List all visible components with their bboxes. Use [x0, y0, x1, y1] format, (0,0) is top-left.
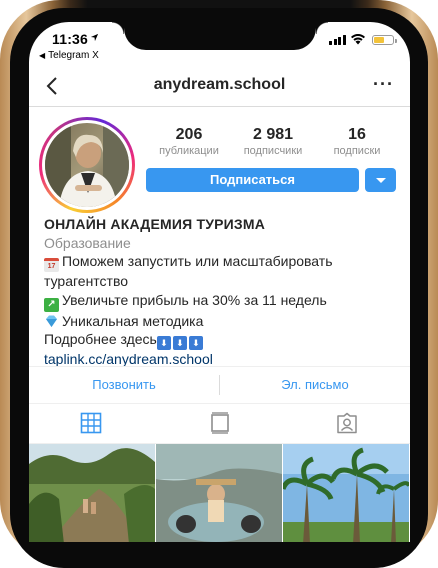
gem-icon: [46, 315, 57, 327]
posts-grid: [29, 444, 410, 542]
profile-bio: ОНЛАЙН АКАДЕМИЯ ТУРИЗМА Образование 17 По…: [44, 215, 404, 369]
stat-followers[interactable]: 2 981 подписчики: [231, 126, 315, 157]
contact-actions: Позвонить Эл. письмо: [29, 366, 410, 404]
profile-username: anydream.school: [153, 76, 286, 93]
down-arrow-icon: ⬇: [156, 336, 171, 350]
chart-increasing-icon: ↗: [44, 297, 59, 312]
back-to-app-link[interactable]: ◀ Telegram X: [39, 50, 99, 61]
battery-icon: [372, 35, 397, 45]
bio-line: Подробнее здесь ⬇ ⬇ ⬇: [44, 330, 404, 350]
down-arrow-icon: ⬇: [188, 336, 203, 350]
stat-label: подписки: [333, 145, 381, 157]
post-thumbnail[interactable]: [283, 444, 409, 542]
bio-text: Поможем запустить или масштабировать тур…: [44, 253, 333, 289]
profile-header: anydream.school ···: [29, 66, 410, 107]
profile-stats: 206 публикации 2 981 подписчики 16 подпи…: [147, 126, 399, 157]
back-triangle-icon: ◀: [39, 51, 46, 60]
email-button[interactable]: Эл. письмо: [220, 377, 410, 392]
tagged-icon[interactable]: [336, 412, 358, 434]
back-app-label: Telegram X: [48, 50, 99, 61]
post-thumbnail[interactable]: [156, 444, 282, 542]
bio-text: Подробнее здесь: [44, 331, 157, 347]
avatar-border: [42, 120, 132, 210]
stat-value: 2 981: [252, 126, 294, 143]
profile-tabs: [29, 403, 410, 444]
stat-posts[interactable]: 206 публикации: [147, 126, 231, 157]
profile-category: Образование: [44, 234, 131, 251]
more-options-icon[interactable]: ···: [373, 74, 394, 95]
avatar: [45, 123, 129, 207]
wifi-icon: [351, 34, 365, 45]
stat-following[interactable]: 16 подписки: [315, 126, 399, 157]
stat-value: 206: [175, 126, 203, 143]
calendar-icon: 17: [44, 258, 59, 272]
location-icon: [90, 33, 99, 42]
battery-level: [374, 37, 384, 43]
feed-icon[interactable]: [209, 412, 231, 434]
bio-line: 17 Поможем запустить или масштабировать т…: [44, 252, 404, 291]
story-ring[interactable]: [39, 117, 135, 213]
bio-text: Уникальная методика: [62, 312, 204, 329]
call-button[interactable]: Позвонить: [29, 377, 219, 392]
grid-icon[interactable]: [80, 412, 102, 434]
bio-line: ↗ Увеличьте прибыль на 30% за 11 недель: [44, 291, 404, 312]
follow-button[interactable]: Подписаться: [146, 168, 359, 192]
stat-label: подписчики: [243, 145, 303, 157]
notch: [112, 22, 328, 50]
cellular-signal-icon: [329, 35, 346, 45]
chevron-down-icon: [376, 178, 386, 183]
bio-line: Уникальная методика: [44, 312, 404, 331]
status-time: 11:36: [52, 31, 89, 47]
stat-label: публикации: [159, 145, 219, 157]
down-arrow-icon: ⬇: [172, 336, 187, 350]
stat-value: 16: [348, 126, 366, 143]
screen: 11:36 ◀ Telegram X anydream.school ··· 2…: [29, 22, 410, 542]
bio-text: Увеличьте прибыль на 30% за 11 недель: [62, 291, 327, 308]
profile-full-name: ОНЛАЙН АКАДЕМИЯ ТУРИЗМА: [44, 216, 266, 232]
suggested-dropdown-button[interactable]: [365, 168, 396, 192]
post-thumbnail[interactable]: [29, 444, 155, 542]
